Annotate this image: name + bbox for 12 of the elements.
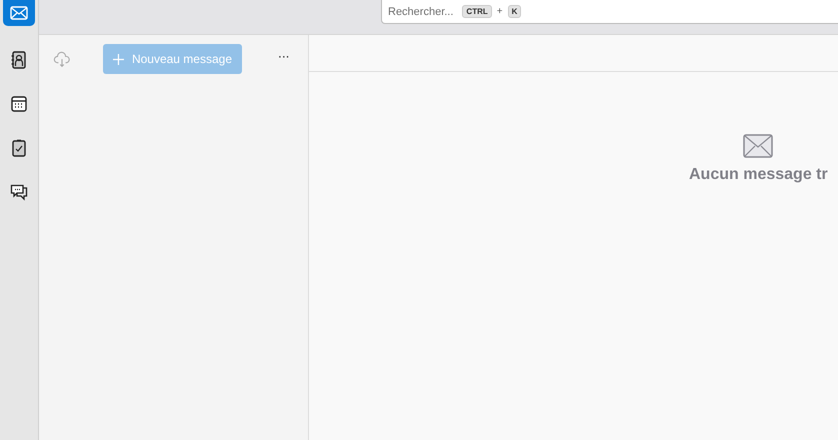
speech-bubbles-icon: [9, 182, 29, 202]
plus-icon: [113, 54, 124, 64]
search-placeholder: Rechercher...: [388, 6, 454, 18]
search-field[interactable]: Rechercher... CTRL + K: [381, 0, 838, 24]
shortcut-key: CTRL: [462, 5, 492, 18]
shortcut-plus: +: [496, 6, 503, 17]
empty-state-text: Aucun message tr: [689, 166, 828, 184]
calendar-icon: [9, 94, 29, 114]
mail-nav-button[interactable]: [3, 0, 35, 26]
shortcut-key: K: [508, 5, 522, 18]
envelope-icon: [743, 134, 774, 158]
more-button[interactable]: ···: [274, 50, 294, 64]
